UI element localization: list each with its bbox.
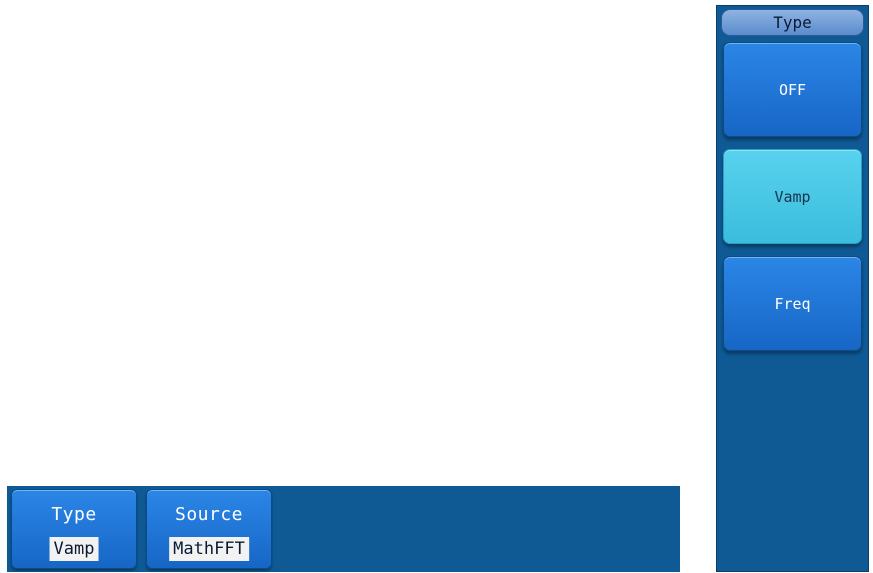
type-menu-button[interactable]: Type Vamp xyxy=(11,489,137,569)
type-option-freq-label: Freq xyxy=(774,294,811,313)
type-side-menu: Type OFF Vamp Freq xyxy=(716,5,869,572)
type-option-vamp-label: Vamp xyxy=(774,187,811,206)
side-menu-title: Type xyxy=(721,9,864,36)
type-menu-label: Type xyxy=(51,504,97,525)
oscilloscope-screen: Type OFF Vamp Freq Type Vamp Source Math… xyxy=(0,0,873,573)
source-menu-button[interactable]: Source MathFFT xyxy=(146,489,272,569)
source-menu-label: Source xyxy=(174,504,244,525)
type-menu-value: Vamp xyxy=(49,537,99,561)
type-option-freq[interactable]: Freq xyxy=(723,256,862,351)
type-option-vamp[interactable]: Vamp xyxy=(723,149,862,244)
source-menu-value: MathFFT xyxy=(169,537,249,561)
type-option-off-label: OFF xyxy=(778,80,807,99)
type-option-off[interactable]: OFF xyxy=(723,42,862,137)
bottom-menu-bar: Type Vamp Source MathFFT xyxy=(7,486,680,572)
